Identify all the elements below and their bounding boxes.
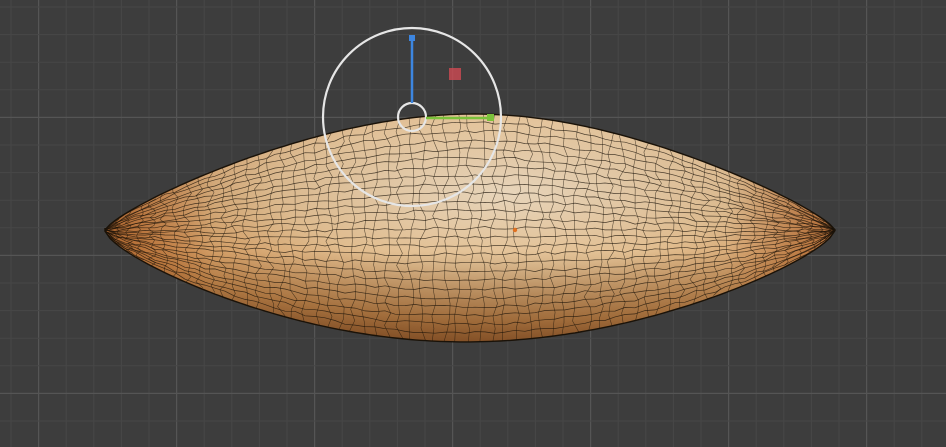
gizmo-z-axis-handle[interactable] [409,35,415,41]
3d-viewport[interactable] [0,0,946,447]
object-origin-point[interactable] [512,227,518,233]
seed-mesh-object[interactable] [104,113,836,343]
viewport-canvas[interactable] [0,0,946,447]
gizmo-y-axis-handle[interactable] [487,114,494,121]
gizmo-x-plane-handle[interactable] [449,68,461,80]
